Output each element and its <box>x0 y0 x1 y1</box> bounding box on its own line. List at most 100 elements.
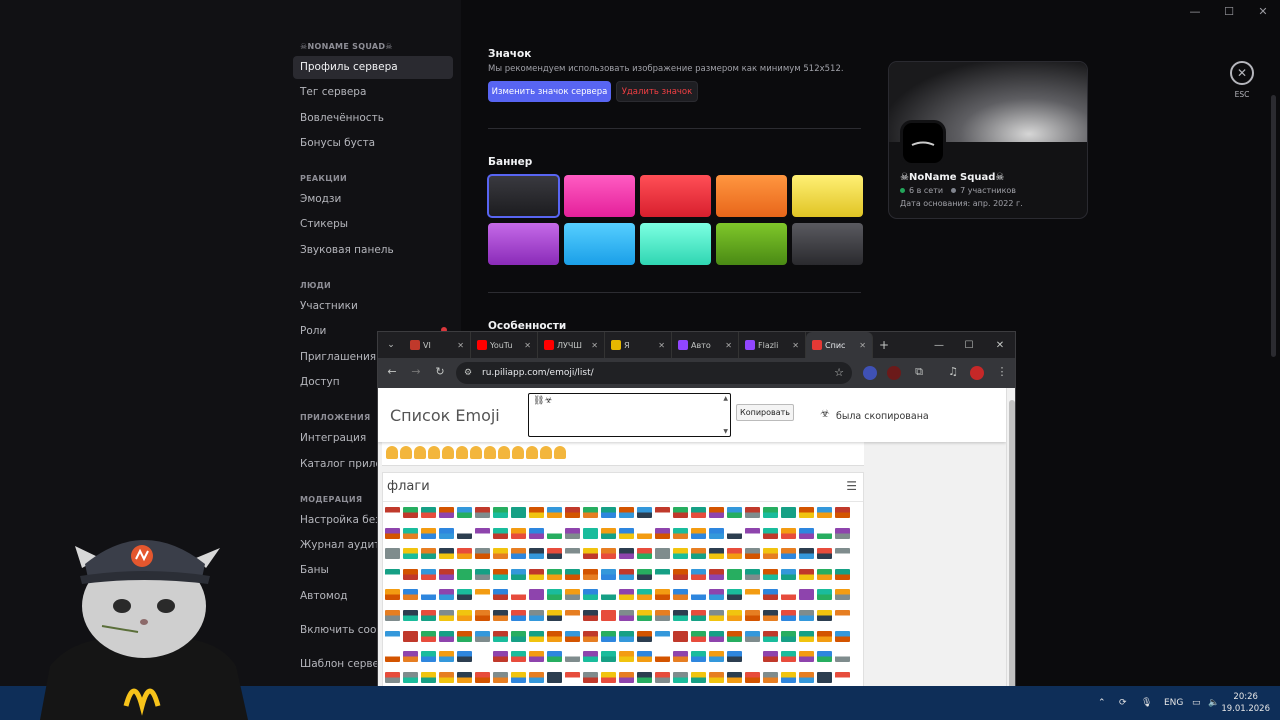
flag-emoji[interactable] <box>583 527 598 539</box>
flag-emoji[interactable] <box>709 507 724 518</box>
flag-emoji[interactable] <box>727 507 742 518</box>
flag-emoji[interactable] <box>403 548 418 560</box>
flag-emoji[interactable] <box>511 589 526 601</box>
flag-emoji[interactable] <box>547 671 562 683</box>
flag-emoji[interactable] <box>385 610 400 621</box>
flag-emoji[interactable] <box>457 589 472 601</box>
flag-emoji[interactable] <box>529 527 544 539</box>
flag-emoji[interactable] <box>655 527 670 539</box>
flag-emoji[interactable] <box>655 671 670 683</box>
flag-emoji[interactable] <box>817 610 832 621</box>
tab-close-icon[interactable]: ✕ <box>658 341 665 350</box>
flag-emoji[interactable] <box>475 507 490 518</box>
flag-emoji[interactable] <box>601 630 616 642</box>
flag-emoji[interactable] <box>727 568 742 580</box>
flag-emoji[interactable] <box>565 527 580 539</box>
flag-emoji[interactable] <box>457 507 472 518</box>
flag-emoji[interactable] <box>421 630 436 642</box>
extension-icon[interactable] <box>863 366 877 380</box>
sidebar-item[interactable]: Звуковая панель <box>293 239 453 262</box>
flag-emoji[interactable] <box>781 507 796 518</box>
flag-emoji[interactable] <box>763 548 778 560</box>
flag-emoji[interactable] <box>835 671 850 683</box>
flag-emoji[interactable] <box>835 548 850 560</box>
flag-emoji[interactable] <box>601 671 616 683</box>
close-window-button[interactable]: ✕ <box>1246 0 1280 22</box>
browser-tab[interactable]: VI ✕ <box>404 332 471 358</box>
flag-emoji[interactable] <box>637 671 652 683</box>
flag-emoji[interactable] <box>583 671 598 683</box>
flag-emoji[interactable] <box>439 610 454 621</box>
flag-emoji[interactable] <box>583 589 598 601</box>
microphone-icon[interactable]: 🎙 <box>1141 686 1152 720</box>
flag-emoji[interactable] <box>493 568 508 580</box>
flag-emoji[interactable] <box>655 568 670 580</box>
flag-emoji[interactable] <box>655 507 670 518</box>
flag-emoji[interactable] <box>511 630 526 642</box>
flag-emoji[interactable] <box>817 630 832 642</box>
flag-emoji[interactable] <box>781 589 796 601</box>
flag-emoji[interactable] <box>799 630 814 642</box>
flag-emoji[interactable] <box>781 630 796 642</box>
flag-emoji[interactable] <box>403 671 418 683</box>
flag-emoji[interactable] <box>745 630 760 642</box>
banner-color-swatch[interactable] <box>792 223 863 265</box>
flag-emoji[interactable] <box>835 651 850 663</box>
flag-emoji[interactable] <box>385 589 400 601</box>
flag-emoji[interactable] <box>475 630 490 642</box>
flag-emoji[interactable] <box>439 589 454 601</box>
close-settings-button[interactable]: ✕ <box>1230 61 1254 85</box>
flag-emoji[interactable] <box>385 630 400 642</box>
flag-emoji[interactable] <box>493 507 508 518</box>
flag-emoji[interactable] <box>457 651 472 663</box>
page-scrollbar[interactable] <box>1006 388 1015 719</box>
person-emoji[interactable] <box>554 446 566 459</box>
delete-icon-button[interactable]: Удалить значок <box>616 81 698 102</box>
flag-emoji[interactable] <box>529 548 544 560</box>
flag-emoji[interactable] <box>781 527 796 539</box>
flag-emoji[interactable] <box>547 527 562 539</box>
flag-emoji[interactable] <box>385 568 400 580</box>
flag-emoji[interactable] <box>691 610 706 621</box>
flag-emoji[interactable] <box>637 527 652 539</box>
menu-icon[interactable]: ☰ <box>846 479 857 493</box>
flag-emoji[interactable] <box>763 527 778 539</box>
flag-emoji[interactable] <box>835 589 850 601</box>
person-emoji[interactable] <box>498 446 510 459</box>
flag-emoji[interactable] <box>547 568 562 580</box>
reload-button[interactable]: ↻ <box>432 365 448 378</box>
flag-emoji[interactable] <box>655 589 670 601</box>
flag-emoji[interactable] <box>403 630 418 642</box>
flag-emoji[interactable] <box>799 610 814 621</box>
flag-emoji[interactable] <box>727 610 742 621</box>
person-emoji[interactable] <box>386 446 398 459</box>
flag-emoji[interactable] <box>619 527 634 539</box>
flag-emoji[interactable] <box>403 527 418 539</box>
flag-emoji[interactable] <box>457 527 472 539</box>
flag-emoji[interactable] <box>565 671 580 683</box>
flag-emoji[interactable] <box>763 568 778 580</box>
flag-emoji[interactable] <box>439 548 454 560</box>
flag-emoji[interactable] <box>619 610 634 621</box>
flag-emoji[interactable] <box>421 548 436 560</box>
person-emoji[interactable] <box>512 446 524 459</box>
flag-emoji[interactable] <box>799 507 814 518</box>
flag-emoji[interactable] <box>601 589 616 601</box>
flag-emoji[interactable] <box>493 610 508 621</box>
flag-emoji[interactable] <box>817 568 832 580</box>
flag-emoji[interactable] <box>583 548 598 560</box>
flag-emoji[interactable] <box>619 651 634 663</box>
flag-emoji[interactable] <box>601 507 616 518</box>
person-emoji[interactable] <box>470 446 482 459</box>
flag-emoji[interactable] <box>763 610 778 621</box>
flag-emoji[interactable] <box>403 610 418 621</box>
sidebar-item[interactable]: Стикеры <box>293 213 453 236</box>
flag-emoji[interactable] <box>493 671 508 683</box>
sidebar-item[interactable]: Тег сервера <box>293 81 453 104</box>
flag-emoji[interactable] <box>403 651 418 663</box>
flag-emoji[interactable] <box>583 630 598 642</box>
sidebar-item[interactable]: Участники <box>293 295 453 318</box>
browser-maximize-button[interactable]: ☐ <box>954 332 984 358</box>
bookmark-star-icon[interactable]: ☆ <box>834 362 844 384</box>
flag-emoji[interactable] <box>673 589 688 601</box>
